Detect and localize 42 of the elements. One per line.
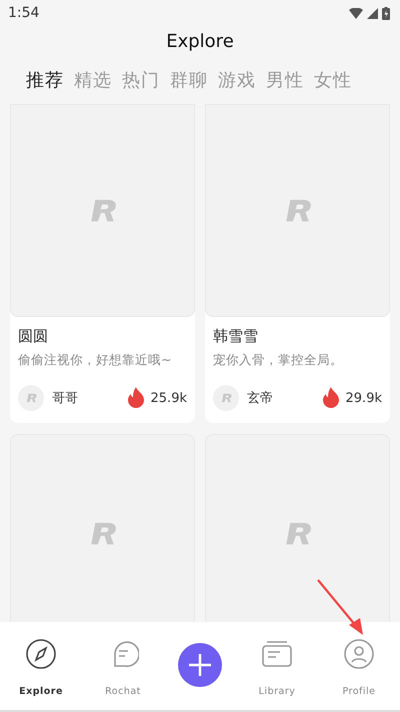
logo-icon: [88, 198, 116, 224]
flame-icon: [126, 387, 145, 409]
status-time: 1:54: [8, 5, 40, 21]
compass-icon: [25, 638, 57, 670]
battery-icon: [382, 6, 390, 20]
author-name: 玄帝: [247, 390, 274, 407]
category-tab[interactable]: 群聊: [170, 68, 208, 92]
character-card[interactable]: [10, 434, 195, 622]
arrow-annotation: [316, 578, 366, 636]
logo-icon: [88, 521, 116, 547]
nav-tab[interactable]: Rochat: [82, 638, 164, 697]
card-title: 韩雪雪: [213, 327, 259, 346]
logo-icon: [26, 393, 36, 403]
character-card[interactable]: [205, 434, 390, 622]
nav-tab[interactable]: Profile: [318, 638, 400, 697]
page-title: Explore: [166, 30, 234, 52]
character-card[interactable]: 圆圆 偷偷注视你，好想靠近哦~ 哥哥 25.9k: [10, 104, 195, 423]
logo-icon: [284, 521, 312, 547]
character-card[interactable]: 韩雪雪 宠你入骨，掌控全局。 玄帝 29.9k: [205, 104, 390, 423]
author-name: 哥哥: [52, 390, 79, 407]
category-tab[interactable]: 精选: [74, 68, 112, 92]
card-description: 偷偷注视你，好想靠近哦~: [18, 352, 172, 369]
category-tab[interactable]: 游戏: [218, 68, 256, 92]
logo-icon: [284, 198, 312, 224]
popularity-count: 29.9k: [346, 390, 382, 406]
nav-tab[interactable]: Explore: [0, 638, 82, 697]
flame-icon: [322, 387, 340, 409]
popularity-count: 25.9k: [150, 390, 187, 406]
card-description: 宠你入骨，掌控全局。: [213, 352, 344, 369]
category-tab[interactable]: 推荐: [26, 68, 64, 92]
card-title: 圆圆: [18, 327, 49, 346]
add-button[interactable]: [178, 643, 222, 687]
category-tab[interactable]: 男性: [266, 68, 304, 92]
category-tab[interactable]: 热门: [122, 68, 160, 92]
nav-tab[interactable]: Library: [236, 638, 318, 697]
plus-icon: [188, 653, 212, 677]
category-tab[interactable]: 女性: [314, 68, 352, 92]
signal-icon: [367, 8, 378, 18]
wifi-icon: [349, 8, 363, 18]
logo-icon: [220, 393, 232, 403]
library-icon: [261, 638, 293, 670]
profile-icon: [343, 638, 375, 670]
